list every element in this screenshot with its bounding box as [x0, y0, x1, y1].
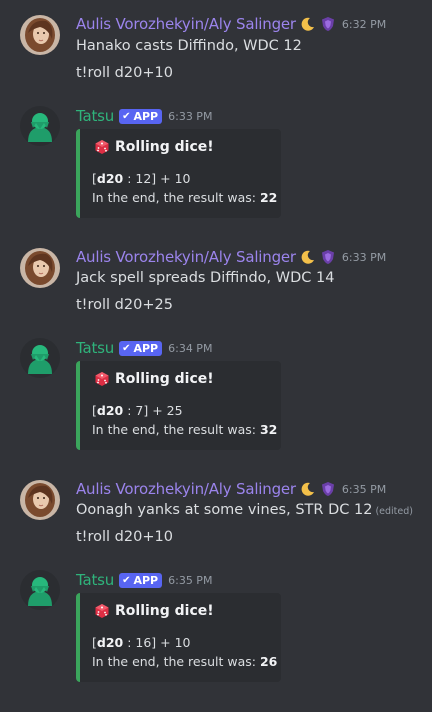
- roll-rest: : 7] + 25: [123, 403, 183, 418]
- bot-username[interactable]: Tatsu: [76, 107, 114, 125]
- user-avatar[interactable]: [20, 248, 60, 288]
- roll-die: d20: [96, 171, 124, 186]
- timestamp[interactable]: 6:33 PM: [342, 251, 386, 264]
- dice-icon: [94, 603, 110, 619]
- message-header: Aulis Vorozhekyin/Aly Salinger 6:32 PM: [76, 13, 386, 35]
- app-badge: ✔ APP: [119, 108, 163, 124]
- dice-roll-embed: Rolling dice! [d20 : 12] + 10 In the end…: [76, 129, 281, 218]
- message-header: Tatsu ✔ APP 6:34 PM: [76, 337, 212, 359]
- message-text: t!roll d20+10: [76, 529, 173, 545]
- embed-title-text: Rolling dice!: [115, 139, 214, 155]
- embed-title: Rolling dice!: [94, 139, 214, 155]
- dice-icon: [94, 139, 110, 155]
- timestamp[interactable]: 6:32 PM: [342, 18, 386, 31]
- result-prefix: In the end, the result was:: [92, 190, 260, 205]
- roll-result: 32: [259, 422, 278, 437]
- embed-title: Rolling dice!: [94, 603, 214, 619]
- bot-avatar[interactable]: [20, 338, 60, 378]
- embed-title: Rolling dice!: [94, 371, 214, 387]
- message-text: t!roll d20+25: [76, 297, 173, 313]
- role-shield-icon[interactable]: [320, 481, 336, 497]
- dice-roll-embed: Rolling dice! [d20 : 7] + 25 In the end,…: [76, 361, 281, 450]
- message-header: Aulis Vorozhekyin/Aly Salinger 6:35 PM: [76, 478, 386, 500]
- checkmark-icon: ✔: [122, 574, 131, 586]
- app-badge-label: APP: [133, 341, 159, 355]
- message-text: Jack spell spreads Diffindo, WDC 14: [76, 270, 335, 286]
- embed-title-text: Rolling dice!: [115, 371, 214, 387]
- roll-rest: : 16] + 10: [123, 635, 191, 650]
- bot-avatar[interactable]: [20, 106, 60, 146]
- embed-title-text: Rolling dice!: [115, 603, 214, 619]
- dice-roll-embed: Rolling dice! [d20 : 16] + 10 In the end…: [76, 593, 281, 682]
- message-text: t!roll d20+10: [76, 65, 173, 81]
- app-badge: ✔ APP: [119, 572, 163, 588]
- app-badge-label: APP: [133, 109, 159, 123]
- message-header: Tatsu ✔ APP 6:35 PM: [76, 569, 212, 591]
- timestamp[interactable]: 6:35 PM: [342, 483, 386, 496]
- roll-result-line: In the end, the result was: 22: [92, 190, 277, 205]
- checkmark-icon: ✔: [122, 110, 131, 122]
- app-badge-label: APP: [133, 573, 159, 587]
- message-text-content: Oonagh yanks at some vines, STR DC 12: [76, 502, 373, 518]
- username[interactable]: Aulis Vorozhekyin/Aly Salinger: [76, 248, 296, 266]
- username[interactable]: Aulis Vorozhekyin/Aly Salinger: [76, 480, 296, 498]
- roll-die: d20: [96, 403, 124, 418]
- username[interactable]: Aulis Vorozhekyin/Aly Salinger: [76, 15, 296, 33]
- user-avatar[interactable]: [20, 15, 60, 55]
- roll-die: d20: [96, 635, 124, 650]
- crescent-moon-icon: [300, 16, 316, 32]
- message-header: Aulis Vorozhekyin/Aly Salinger 6:33 PM: [76, 246, 386, 268]
- result-prefix: In the end, the result was:: [92, 654, 260, 669]
- role-shield-icon[interactable]: [320, 249, 336, 265]
- message-text: Hanako casts Diffindo, WDC 12: [76, 38, 302, 54]
- crescent-moon-icon: [300, 481, 316, 497]
- message-text: Oonagh yanks at some vines, STR DC 12 (ed…: [76, 500, 413, 522]
- timestamp[interactable]: 6:33 PM: [168, 110, 212, 123]
- roll-result: 26: [259, 654, 278, 669]
- bot-avatar[interactable]: [20, 570, 60, 610]
- bot-username[interactable]: Tatsu: [76, 339, 114, 357]
- dice-icon: [94, 371, 110, 387]
- roll-result-line: In the end, the result was: 32: [92, 422, 277, 437]
- bot-username[interactable]: Tatsu: [76, 571, 114, 589]
- roll-result-line: In the end, the result was: 26: [92, 654, 277, 669]
- timestamp[interactable]: 6:35 PM: [168, 574, 212, 587]
- timestamp[interactable]: 6:34 PM: [168, 342, 212, 355]
- user-avatar[interactable]: [20, 480, 60, 520]
- roll-rest: : 12] + 10: [123, 171, 191, 186]
- edited-label[interactable]: (edited): [375, 506, 413, 517]
- checkmark-icon: ✔: [122, 342, 131, 354]
- roll-result: 22: [259, 190, 278, 205]
- result-prefix: In the end, the result was:: [92, 422, 260, 437]
- message-header: Tatsu ✔ APP 6:33 PM: [76, 105, 212, 127]
- message-feed[interactable]: Aulis Vorozhekyin/Aly Salinger 6:32 PM H…: [0, 0, 432, 712]
- role-shield-icon[interactable]: [320, 16, 336, 32]
- app-badge: ✔ APP: [119, 340, 163, 356]
- crescent-moon-icon: [300, 249, 316, 265]
- roll-detail: [d20 : 12] + 10: [92, 171, 191, 186]
- roll-detail: [d20 : 7] + 25: [92, 403, 183, 418]
- roll-detail: [d20 : 16] + 10: [92, 635, 191, 650]
